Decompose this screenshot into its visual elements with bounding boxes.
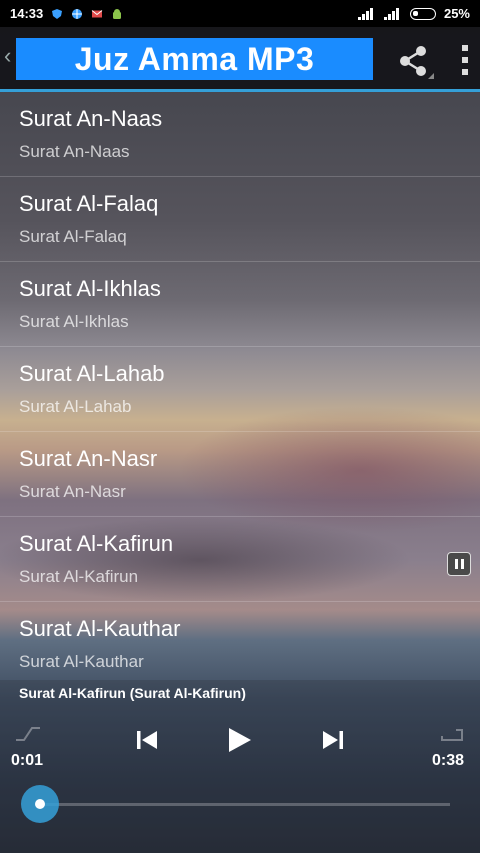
media-player: Surat Al-Kafirun (Surat Al-Kafirun) 0:01… [0, 680, 480, 853]
item-title: Surat Al-Lahab [19, 361, 165, 386]
item-title: Surat Al-Falaq [19, 191, 159, 216]
globe-icon [72, 8, 83, 19]
list-item[interactable]: Surat Al-Kauthar Surat Al-Kauthar [0, 602, 480, 687]
total-duration: 0:38 [432, 752, 465, 769]
item-title: Surat An-Nasr [19, 446, 158, 471]
list-item[interactable]: Surat Al-Falaq Surat Al-Falaq [0, 177, 480, 262]
back-chevron-icon[interactable]: ‹ [4, 43, 11, 69]
list-item[interactable]: Surat An-Nasr Surat An-Nasr [0, 432, 480, 517]
item-title: Surat Al-Ikhlas [19, 276, 161, 301]
elapsed-time: 0:01 [11, 752, 44, 769]
next-track-icon[interactable] [318, 725, 348, 755]
list-item[interactable]: Surat Al-Kafirun Surat Al-Kafirun [0, 517, 480, 602]
item-subtitle: Surat Al-Falaq [19, 227, 127, 246]
seek-bar[interactable] [40, 803, 450, 806]
overflow-menu-icon[interactable] [456, 43, 476, 77]
action-bar: ‹ Juz Amma MP3 [0, 27, 480, 92]
item-title: Surat An-Naas [19, 106, 163, 131]
battery-icon [409, 7, 436, 20]
status-bar: 14:33 25% [0, 0, 480, 27]
android-icon [113, 8, 122, 19]
item-subtitle: Surat An-Naas [19, 142, 130, 161]
app-title: Juz Amma MP3 [16, 38, 373, 80]
previous-track-icon[interactable] [132, 725, 162, 755]
item-subtitle: Surat Al-Lahab [19, 397, 132, 416]
signal-icon-2 [383, 7, 399, 20]
pause-icon[interactable] [447, 552, 471, 576]
play-icon[interactable] [224, 725, 254, 755]
shuffle-icon[interactable] [14, 722, 42, 744]
item-subtitle: Surat An-Nasr [19, 482, 126, 501]
surah-list: Surat An-Naas Surat An-Naas Surat Al-Fal… [0, 92, 480, 687]
list-item[interactable]: Surat An-Naas Surat An-Naas [0, 92, 480, 177]
signal-icon [357, 7, 373, 20]
item-title: Surat Al-Kauthar [19, 616, 181, 641]
seek-thumb[interactable] [21, 785, 59, 823]
shield-icon [52, 8, 63, 19]
list-item[interactable]: Surat Al-Lahab Surat Al-Lahab [0, 347, 480, 432]
mail-icon [91, 9, 103, 17]
item-subtitle: Surat Al-Kauthar [19, 652, 144, 671]
status-time: 14:33 [10, 6, 44, 21]
repeat-icon[interactable] [438, 722, 466, 744]
now-playing-label: Surat Al-Kafirun (Surat Al-Kafirun) [19, 685, 246, 701]
share-icon[interactable] [394, 41, 434, 81]
item-subtitle: Surat Al-Kafirun [19, 567, 139, 586]
item-title: Surat Al-Kafirun [19, 531, 174, 556]
battery-percent: 25% [443, 6, 470, 21]
list-item[interactable]: Surat Al-Ikhlas Surat Al-Ikhlas [0, 262, 480, 347]
item-subtitle: Surat Al-Ikhlas [19, 312, 129, 331]
